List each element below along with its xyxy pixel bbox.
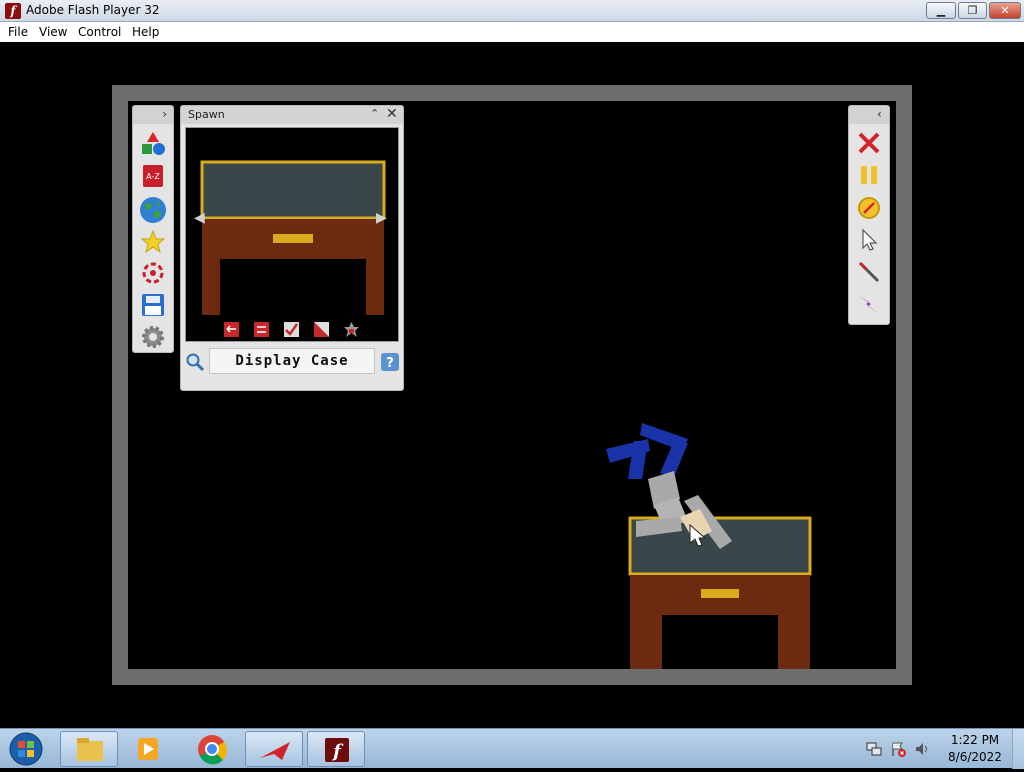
menu-file[interactable]: File (8, 25, 28, 39)
volume-speaker-icon[interactable] (914, 741, 930, 757)
clock-date[interactable]: 8/6/2022 (946, 750, 1004, 764)
menu-view[interactable]: View (39, 25, 67, 39)
taskbar-chrome[interactable] (183, 731, 241, 767)
taskbar-flash-app-red[interactable] (245, 731, 303, 767)
display-case-drawer-handle (701, 589, 739, 598)
chrome-browser-icon (198, 735, 227, 765)
flash-player-icon: f (325, 738, 349, 762)
taskbar-media-player[interactable] (119, 731, 177, 767)
folder-icon (77, 738, 103, 761)
maximize-button[interactable]: ❐ (958, 2, 987, 19)
minimize-button[interactable]: ▁ (926, 2, 956, 19)
close-window-button[interactable]: ✕ (989, 2, 1021, 19)
media-player-icon (138, 738, 158, 760)
menu-control[interactable]: Control (78, 25, 121, 39)
display-case-right-leg (778, 615, 810, 669)
windows-taskbar: f 1:22 PM 8/6/2022 (0, 728, 1024, 769)
paper-plane-icon (260, 742, 290, 760)
taskbar-file-explorer[interactable] (60, 731, 118, 767)
action-center-flag-icon[interactable] (890, 741, 906, 757)
menu-bar: File View Control Help (0, 22, 1024, 42)
window-title-bar[interactable]: f Adobe Flash Player 32 ▁ ❐ ✕ (0, 0, 1024, 22)
network-icon[interactable] (866, 741, 882, 757)
flash-stage-frame: › A-Z Spawn ⌃ ✕ ◀ ▶ Display Case ? ‹ (112, 85, 912, 685)
start-button-icon[interactable] (6, 730, 46, 768)
menu-help[interactable]: Help (132, 25, 159, 39)
taskbar-flash-player[interactable]: f (307, 731, 365, 767)
game-stage[interactable]: › A-Z Spawn ⌃ ✕ ◀ ▶ Display Case ? ‹ (128, 101, 896, 669)
clock-time[interactable]: 1:22 PM (946, 733, 1004, 747)
ragdoll-figure (606, 423, 732, 549)
show-desktop-button[interactable] (1012, 729, 1024, 769)
window-title: Adobe Flash Player 32 (26, 3, 160, 17)
flash-app-icon: f (5, 3, 21, 19)
game-scene[interactable] (128, 101, 896, 669)
display-case-left-leg (630, 615, 662, 669)
